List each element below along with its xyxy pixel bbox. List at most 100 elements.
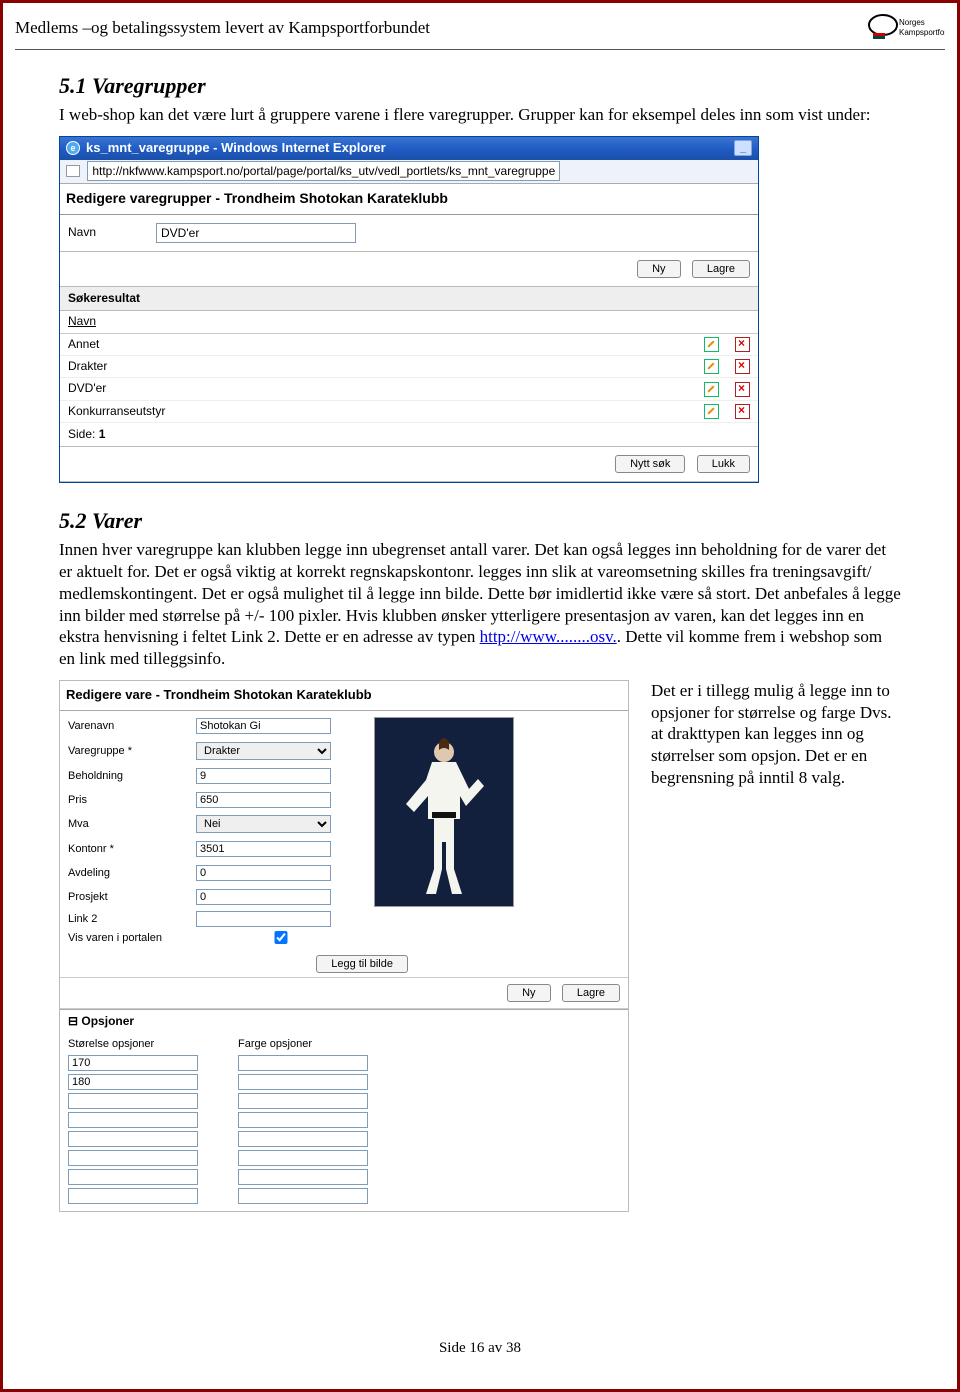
ie-window: e ks_mnt_varegruppe - Windows Internet E… [59,136,759,483]
edit-icon[interactable] [704,382,719,397]
table-row: DVD'er [60,378,758,400]
table-row: Konkurranseutstyr [60,400,758,422]
opsjoner-heading[interactable]: Opsjoner [60,1010,628,1033]
navn-input[interactable] [156,223,356,243]
storrelse-input[interactable] [68,1150,198,1166]
header-left-text: Medlems –og betalingssystem levert av Ka… [15,18,430,38]
ie-e-icon: e [66,141,80,155]
avdeling-label: Avdeling [68,866,188,880]
section-5-1-heading: 5.1 Varegrupper [59,72,901,100]
lagre-button-2[interactable]: Lagre [562,984,620,1002]
table-row: Annet [60,333,758,355]
beholdning-label: Beholdning [68,769,188,783]
farge-input[interactable] [238,1169,368,1185]
farge-input[interactable] [238,1150,368,1166]
delete-icon[interactable] [735,404,750,419]
varegruppe-label: Varegruppe * [68,744,188,758]
lagre-button[interactable]: Lagre [692,260,750,278]
edit-heading: Redigere vare - Trondheim Shotokan Karat… [60,681,628,711]
storrelse-input[interactable] [68,1074,198,1090]
button-row-top: Ny Lagre [60,252,758,287]
edit-icon[interactable] [704,359,719,374]
ie-addressbar: http://nkfwww.kampsport.no/portal/page/p… [60,160,758,184]
avdeling-input[interactable] [196,865,331,881]
side-paragraph: Det er i tillegg mulig å legge inn to op… [651,680,901,789]
product-image [374,717,514,907]
beholdning-input[interactable] [196,768,331,784]
svg-text:Norges: Norges [899,18,925,27]
ie-titlebar: e ks_mnt_varegruppe - Windows Internet E… [60,137,758,160]
kontonr-input[interactable] [196,841,331,857]
delete-icon[interactable] [735,382,750,397]
two-column: Redigere vare - Trondheim Shotokan Karat… [59,680,901,1212]
farge-input[interactable] [238,1131,368,1147]
svg-text:Kampsportforbund: Kampsportforbund [899,28,945,37]
page-header: Medlems –og betalingssystem levert av Ka… [15,13,945,50]
sokeresultat-heading: Søkeresultat [60,287,758,311]
prosjekt-label: Prosjekt [68,890,188,904]
section-5-1-text: I web-shop kan det være lurt å gruppere … [59,104,901,126]
mva-label: Mva [68,817,188,831]
add-image-button[interactable]: Legg til bilde [316,955,408,973]
col-navn[interactable]: Navn [60,311,696,333]
edit-icon[interactable] [704,337,719,352]
storrelse-heading: Størelse opsjoner [68,1037,198,1051]
farge-input[interactable] [238,1112,368,1128]
storrelse-input[interactable] [68,1169,198,1185]
varegruppe-select[interactable]: Drakter [196,742,331,760]
edit-vare-panel: Redigere vare - Trondheim Shotokan Karat… [59,680,629,1212]
lukk-button[interactable]: Lukk [697,455,750,473]
varenavn-label: Varenavn [68,719,188,733]
vis-checkbox[interactable] [196,931,366,944]
navn-label: Navn [68,225,96,240]
link2-label: Link 2 [68,912,188,926]
edit-icon[interactable] [704,404,719,419]
ie-url[interactable]: http://nkfwww.kampsport.no/portal/page/p… [87,161,560,181]
kontonr-label: Kontonr * [68,842,188,856]
app-heading: Redigere varegrupper - Trondheim Shotoka… [60,184,758,215]
storrelse-col: Størelse opsjoner [68,1037,198,1207]
page: Medlems –og betalingssystem levert av Ka… [0,0,960,1392]
storrelse-input[interactable] [68,1131,198,1147]
delete-icon[interactable] [735,359,750,374]
header-logo: Norges Kampsportforbund [865,13,945,43]
save-row: Ny Lagre [60,977,628,1009]
nytt-sok-button[interactable]: Nytt søk [615,455,685,473]
minimize-icon[interactable]: _ [734,140,752,156]
page-icon [66,165,80,177]
section-5-2-text: Innen hver varegruppe kan klubben legge … [59,539,901,670]
opsjoner-columns: Størelse opsjoner Farge opsjoner [60,1033,628,1211]
mva-select[interactable]: Nei [196,815,331,833]
navn-row: Navn [60,215,758,252]
example-link[interactable]: http://www........osv. [480,627,617,646]
storrelse-input[interactable] [68,1093,198,1109]
varenavn-input[interactable] [196,718,331,734]
ny-button[interactable]: Ny [637,260,680,278]
ksf-logo-icon: Norges Kampsportforbund [865,13,945,43]
farge-input[interactable] [238,1188,368,1204]
prosjekt-input[interactable] [196,889,331,905]
link2-input[interactable] [196,911,331,927]
section-5-2-heading: 5.2 Varer [59,507,901,535]
delete-icon[interactable] [735,337,750,352]
page-footer: Side 16 av 38 [3,1340,957,1357]
vis-label: Vis varen i portalen [68,931,188,945]
storrelse-input[interactable] [68,1188,198,1204]
button-row-bottom: Nytt søk Lukk [60,447,758,482]
results-table: Navn Annet Drakter DVD'er Konkurranseuts… [60,311,758,423]
side-row: Side: 1 [60,423,758,447]
storrelse-input[interactable] [68,1055,198,1071]
storrelse-input[interactable] [68,1112,198,1128]
pris-label: Pris [68,793,188,807]
farge-col: Farge opsjoner [238,1037,368,1207]
table-row: Drakter [60,355,758,377]
farge-heading: Farge opsjoner [238,1037,368,1051]
ny-button-2[interactable]: Ny [507,984,550,1002]
farge-input[interactable] [238,1074,368,1090]
farge-input[interactable] [238,1055,368,1071]
add-image-row: Legg til bilde [60,951,628,977]
farge-input[interactable] [238,1093,368,1109]
content: 5.1 Varegrupper I web-shop kan det være … [15,72,945,1212]
pris-input[interactable] [196,792,331,808]
form-grid: Varenavn Varegruppe * Drakter [60,711,628,951]
